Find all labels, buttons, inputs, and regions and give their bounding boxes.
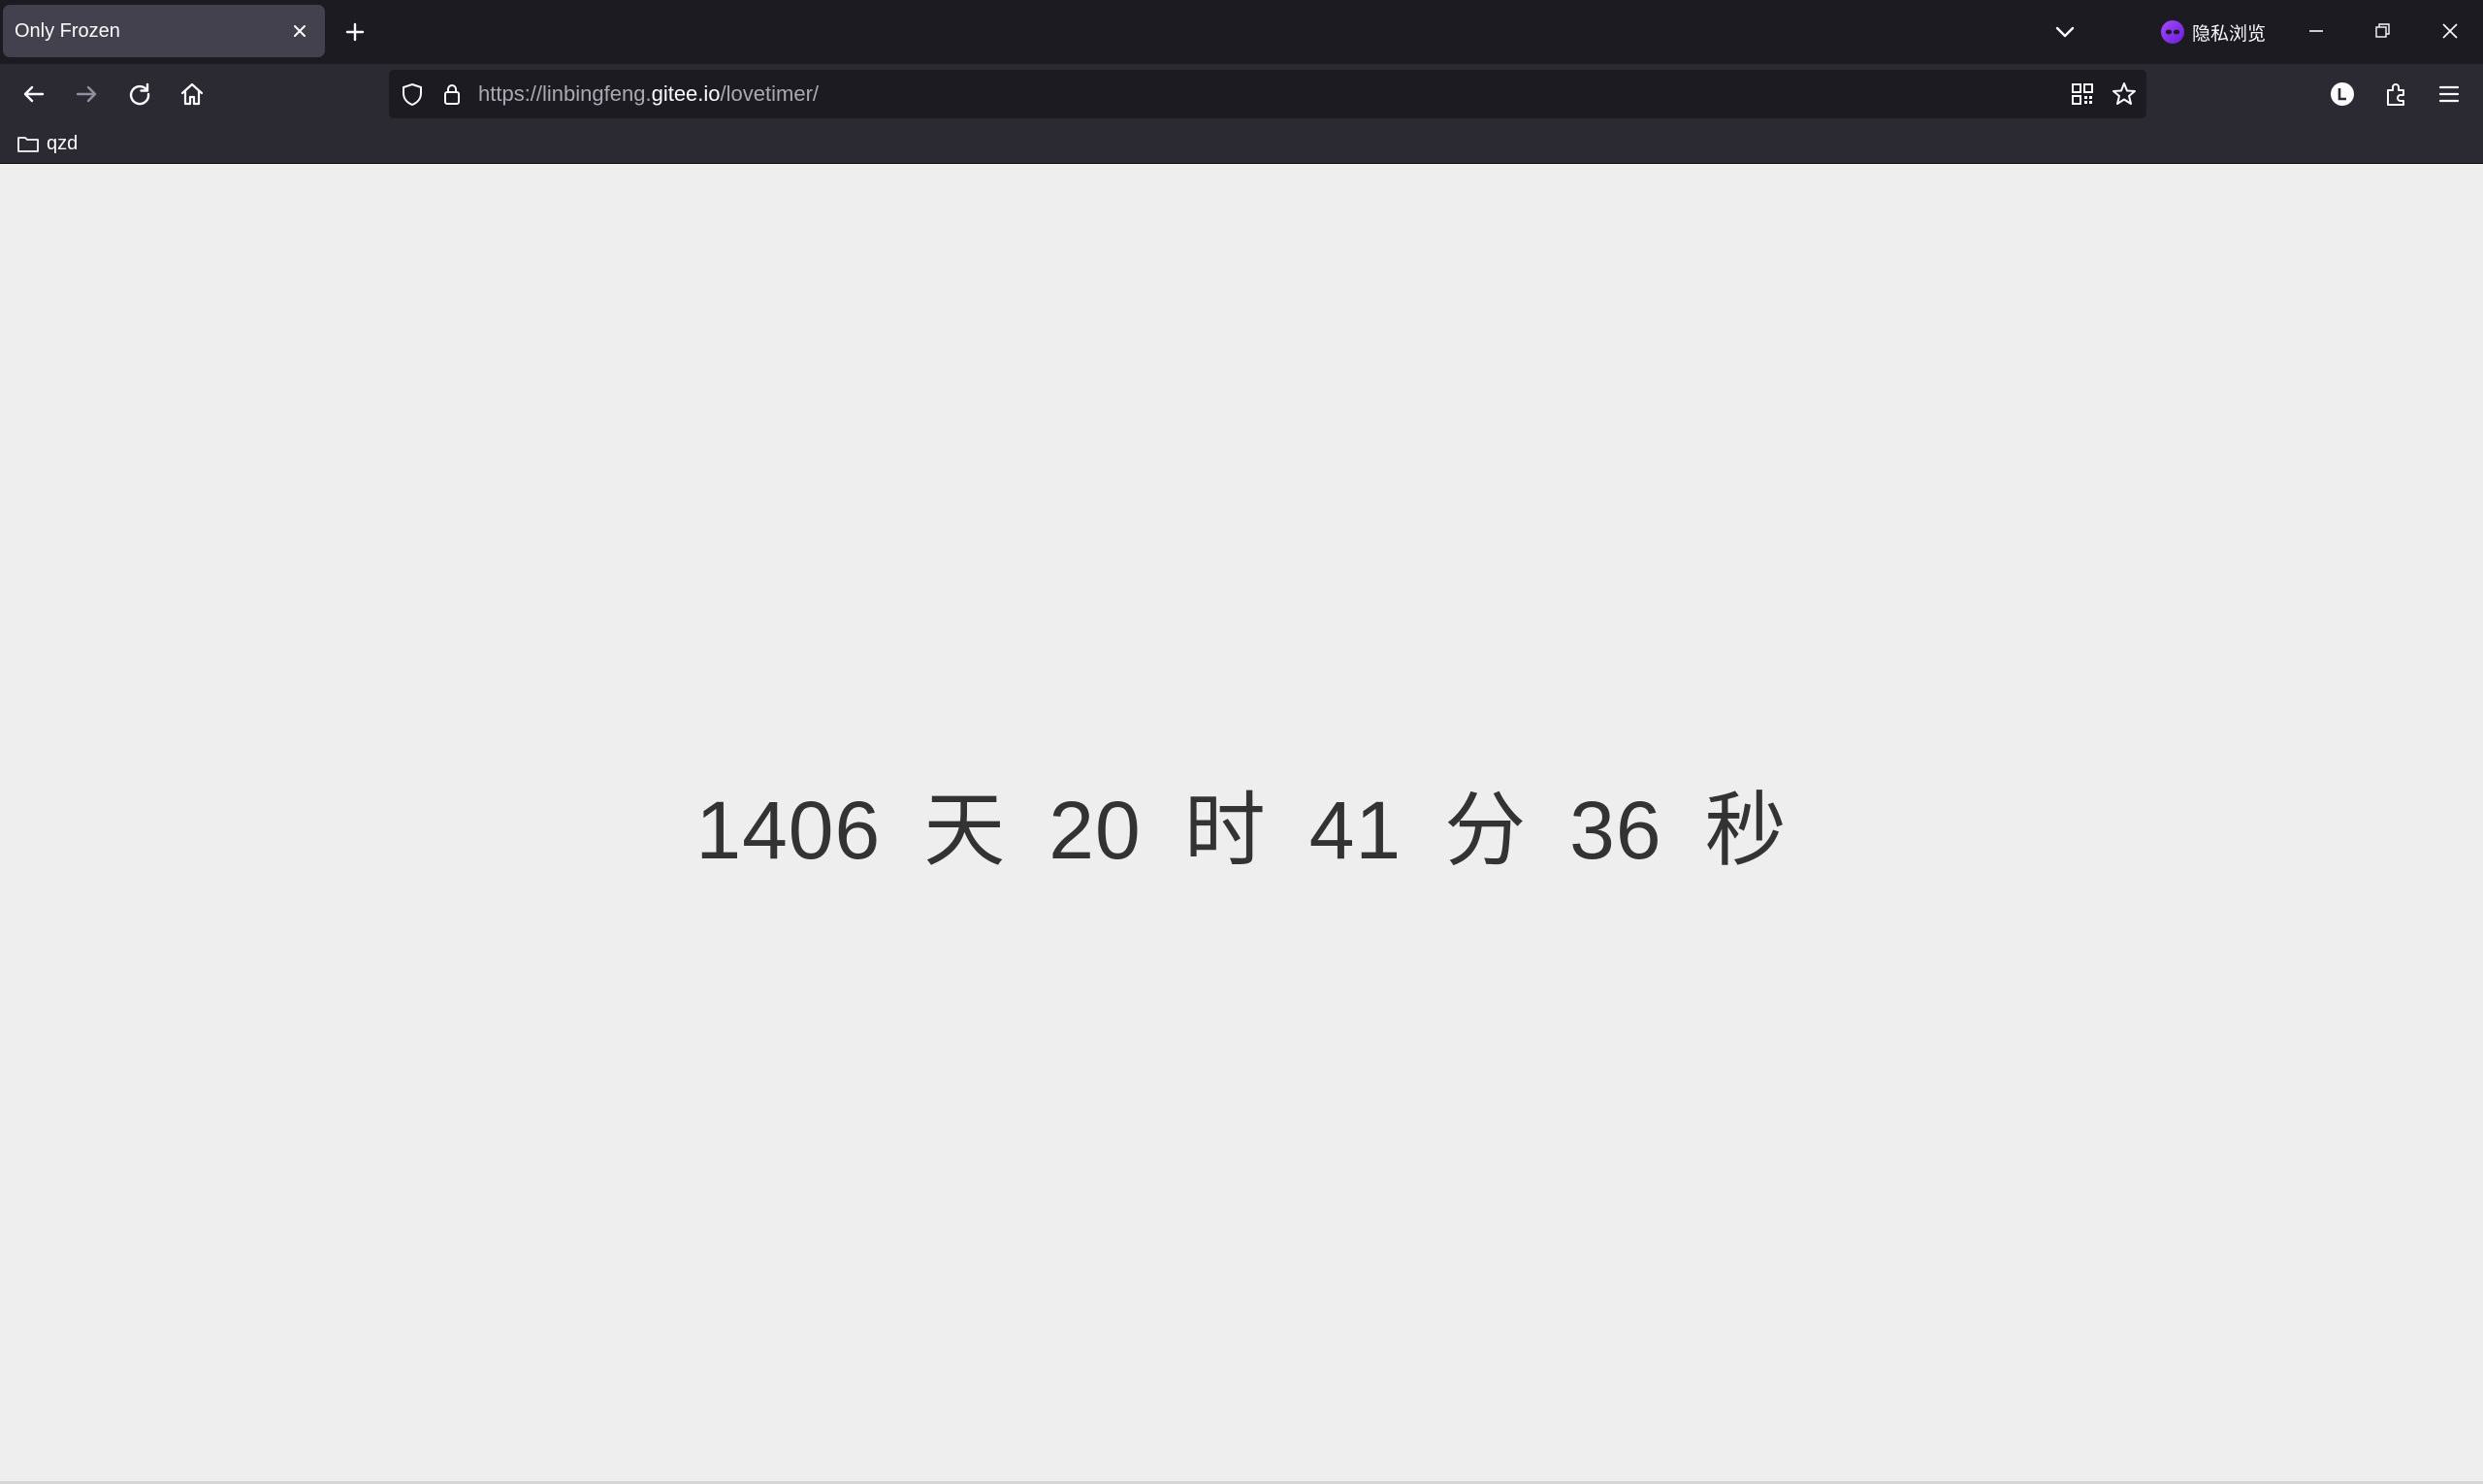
timer-seconds-unit: 秒 bbox=[1704, 783, 1788, 878]
mask-icon bbox=[2161, 20, 2184, 44]
url-bar[interactable]: https://linbingfeng.gitee.io/lovetimer/ bbox=[389, 70, 2146, 118]
back-arrow-icon[interactable] bbox=[17, 78, 50, 111]
close-tab-icon[interactable] bbox=[286, 17, 313, 45]
navigation-toolbar: https://linbingfeng.gitee.io/lovetimer/ bbox=[0, 64, 2483, 124]
timer-days: 1406 bbox=[695, 785, 882, 876]
tab-title: Only Frozen bbox=[15, 20, 120, 42]
home-icon[interactable] bbox=[176, 78, 209, 111]
tab-list-chevron-down-icon[interactable] bbox=[2050, 17, 2080, 47]
url-path: /lovetimer/ bbox=[720, 81, 820, 106]
bookmark-star-icon[interactable] bbox=[2110, 80, 2139, 109]
url-prefix: https://linbingfeng. bbox=[478, 81, 652, 106]
menu-hamburger-icon[interactable] bbox=[2433, 78, 2466, 111]
timer-hours-unit: 时 bbox=[1183, 783, 1267, 878]
forward-arrow-icon[interactable] bbox=[70, 78, 103, 111]
new-tab-plus-icon[interactable] bbox=[339, 16, 371, 48]
minimize-icon[interactable] bbox=[2299, 14, 2334, 48]
timer-seconds: 36 bbox=[1569, 785, 1662, 876]
restore-icon[interactable] bbox=[2365, 14, 2400, 48]
tab-only-frozen[interactable]: Only Frozen bbox=[3, 5, 325, 57]
lock-icon[interactable] bbox=[436, 79, 468, 110]
extensions-puzzle-icon[interactable] bbox=[2379, 78, 2412, 111]
url-text[interactable]: https://linbingfeng.gitee.io/lovetimer/ bbox=[478, 70, 819, 118]
timer-minutes-unit: 分 bbox=[1444, 783, 1528, 878]
tracking-protection-shield-icon[interactable] bbox=[397, 79, 428, 110]
close-window-icon[interactable] bbox=[2433, 14, 2467, 48]
reload-icon[interactable] bbox=[123, 78, 156, 111]
browser-window: Only Frozen 隐私浏览 https://linbingfeng.git… bbox=[0, 0, 2483, 1484]
love-timer: 1406 天 20 时 41 分 36 秒 bbox=[0, 765, 2483, 883]
private-browsing-label: 隐私浏览 bbox=[2192, 22, 2267, 45]
page-content: 1406 天 20 时 41 分 36 秒 bbox=[0, 164, 2483, 1481]
timer-days-unit: 天 bbox=[923, 783, 1007, 878]
account-avatar-icon[interactable] bbox=[2326, 78, 2359, 111]
qr-code-icon[interactable] bbox=[2069, 81, 2096, 108]
folder-icon bbox=[16, 131, 41, 156]
timer-minutes: 41 bbox=[1308, 785, 1403, 876]
private-browsing-indicator: 隐私浏览 bbox=[2161, 16, 2266, 48]
bookmark-label: qzd bbox=[47, 132, 79, 154]
tab-bar: Only Frozen 隐私浏览 bbox=[0, 0, 2483, 64]
bookmark-folder-qzd[interactable]: qzd bbox=[16, 129, 78, 158]
url-host: gitee.io bbox=[651, 81, 721, 106]
bookmarks-toolbar: qzd bbox=[0, 124, 2483, 164]
timer-hours: 20 bbox=[1048, 785, 1142, 876]
